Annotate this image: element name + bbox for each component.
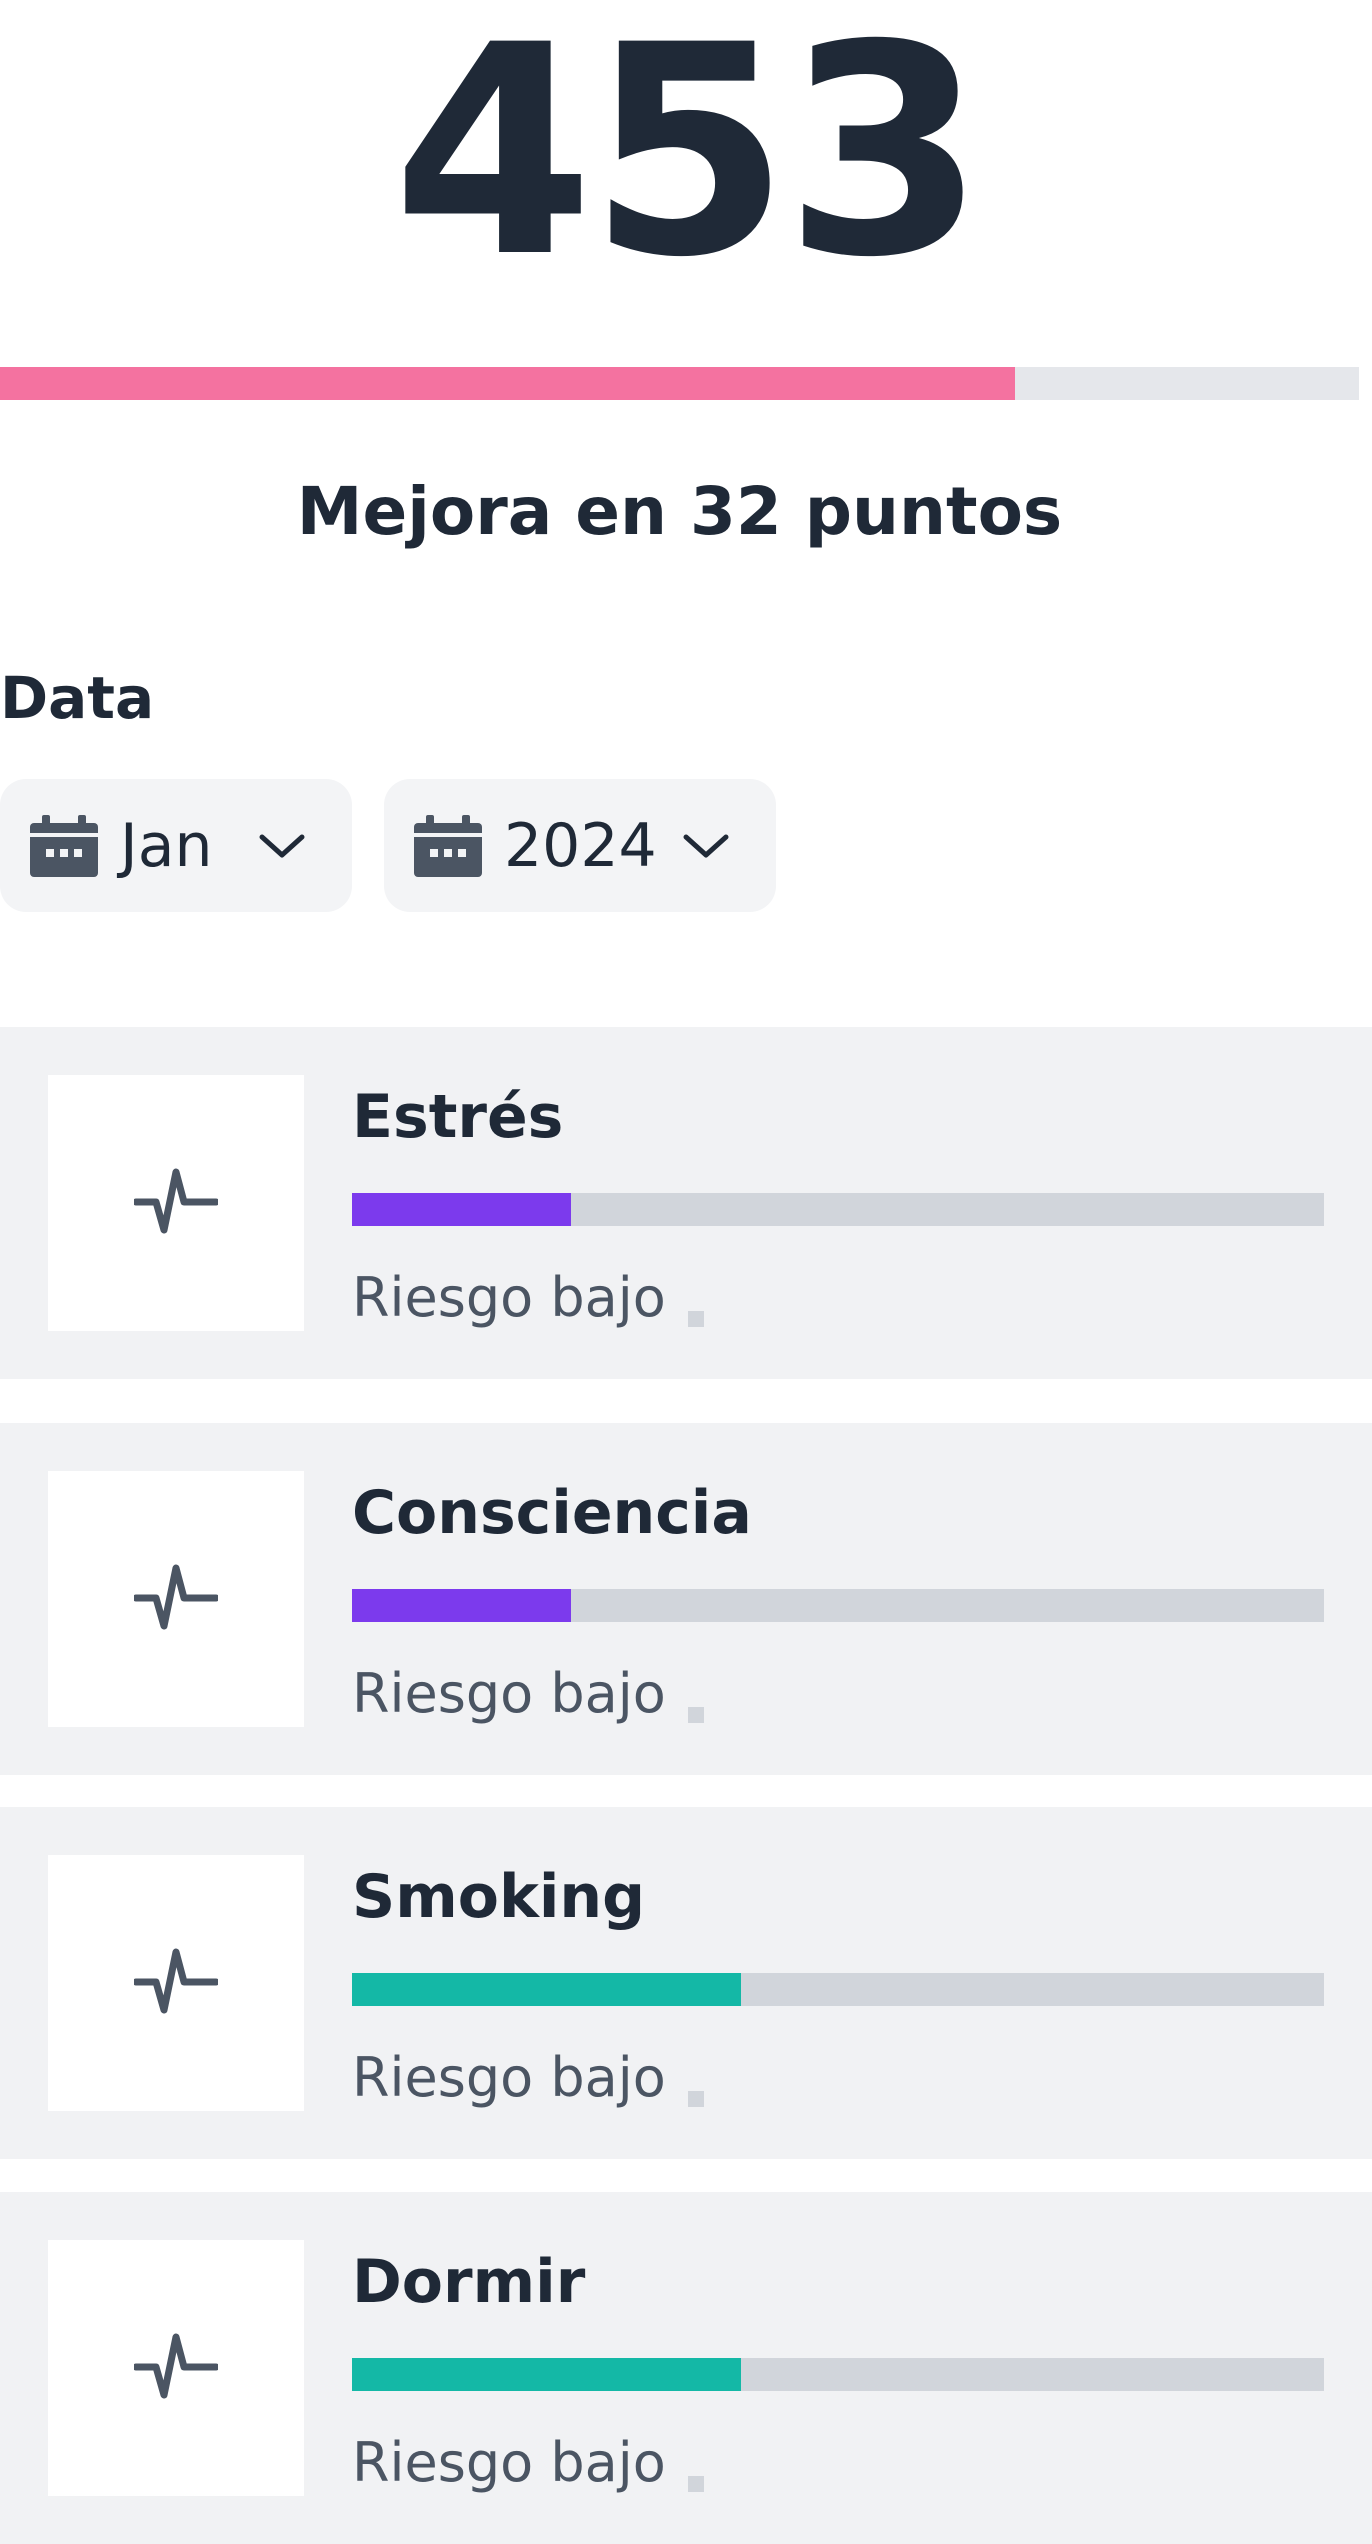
metric-card[interactable]: Consciencia Riesgo bajo: [0, 1423, 1372, 1775]
status-dot-icon: [688, 2476, 704, 2492]
improvement-text: Mejora en 32 puntos: [296, 473, 1063, 550]
pulse-icon: [132, 1562, 220, 1636]
metric-card[interactable]: Smoking Riesgo bajo: [0, 1807, 1372, 2159]
metric-progress-bar: [352, 1193, 1324, 1226]
month-value: Jan: [120, 810, 213, 881]
calendar-icon: [414, 814, 482, 877]
metric-title: Dormir: [352, 2247, 586, 2317]
metric-icon-box: [48, 1471, 304, 1727]
metric-title: Consciencia: [352, 1478, 752, 1548]
metric-card[interactable]: Estrés Riesgo bajo: [0, 1027, 1372, 1379]
chevron-down-icon: [258, 831, 306, 861]
metric-status: Riesgo bajo: [352, 1662, 666, 1725]
metric-progress-fill: [352, 2358, 741, 2391]
metric-progress-fill: [352, 1589, 571, 1622]
year-dropdown[interactable]: 2024: [384, 779, 776, 912]
score-progress-bar: [0, 367, 1359, 400]
metric-icon-box: [48, 1075, 304, 1331]
pulse-icon: [132, 1166, 220, 1240]
year-value: 2024: [504, 810, 657, 881]
metric-status: Riesgo bajo: [352, 1266, 666, 1329]
metric-progress-bar: [352, 2358, 1324, 2391]
pulse-icon: [132, 1946, 220, 2020]
pulse-icon: [132, 2331, 220, 2405]
metric-icon-box: [48, 1855, 304, 2111]
date-filter-label: Data: [0, 664, 155, 732]
status-dot-icon: [688, 1311, 704, 1327]
metric-progress-fill: [352, 1973, 741, 2006]
status-dot-icon: [688, 2091, 704, 2107]
score-progress-fill: [0, 367, 1016, 400]
status-dot-icon: [688, 1707, 704, 1723]
metric-progress-fill: [352, 1193, 571, 1226]
calendar-icon: [30, 814, 98, 877]
metric-title: Smoking: [352, 1862, 646, 1932]
metric-progress-bar: [352, 1589, 1324, 1622]
metric-progress-bar: [352, 1973, 1324, 2006]
metric-status: Riesgo bajo: [352, 2431, 666, 2494]
metric-icon-box: [48, 2240, 304, 2496]
metric-card[interactable]: Dormir Riesgo bajo: [0, 2192, 1372, 2544]
chevron-down-icon: [682, 831, 730, 861]
score-value: 453: [392, 0, 985, 321]
month-dropdown[interactable]: Jan: [0, 779, 352, 912]
metric-title: Estrés: [352, 1082, 564, 1152]
metric-status: Riesgo bajo: [352, 2046, 666, 2109]
